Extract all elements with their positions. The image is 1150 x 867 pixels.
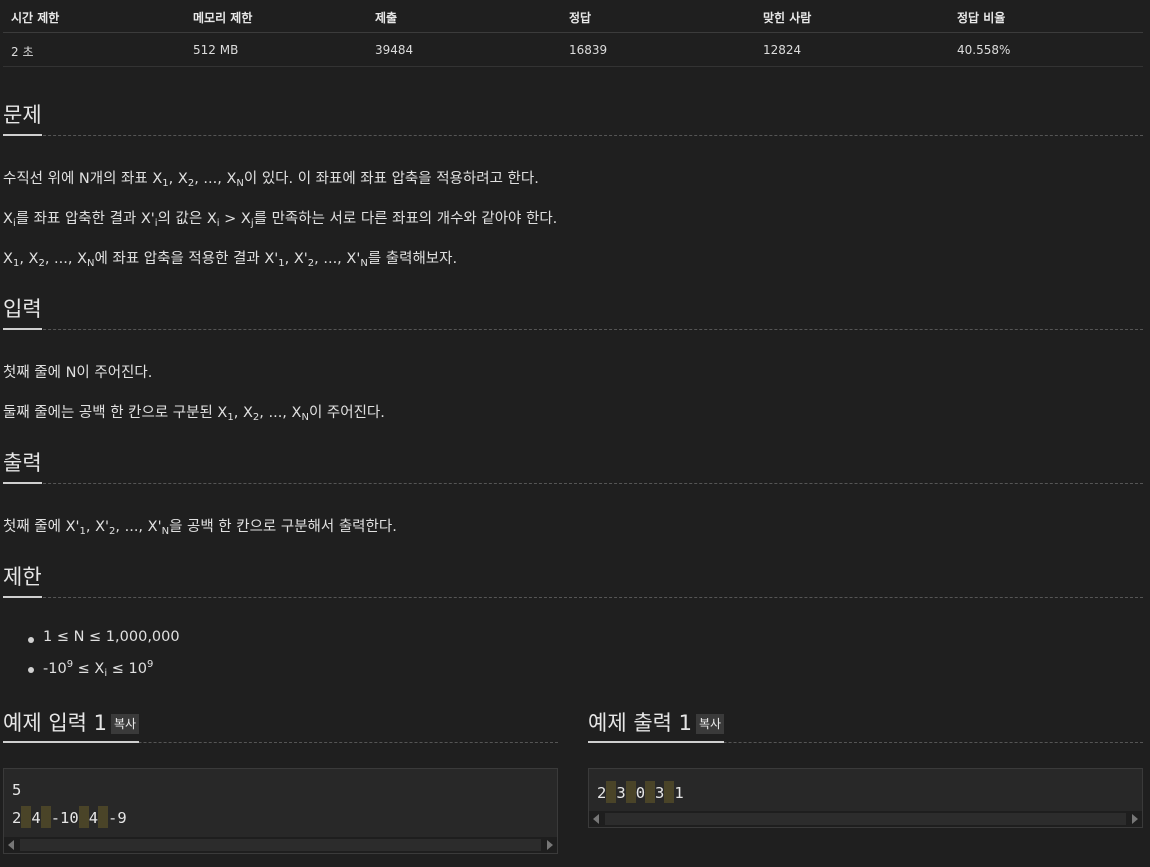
stats-header-solvers: 맞힌 사람 [763, 11, 812, 25]
problem-title: 문제 [3, 102, 42, 136]
stats-value-row: 2 초 512 MB 39484 16839 12824 40.558% [3, 33, 1143, 67]
problem-section: 문제 수직선 위에 N개의 좌표 X1, X2, ..., XN이 있다. 이 … [3, 103, 1143, 269]
scroll-right-icon[interactable] [1132, 814, 1138, 824]
stats-time-limit: 2 초 [11, 45, 34, 59]
stats-header-submissions: 제출 [375, 11, 398, 25]
stats-submissions: 39484 [375, 43, 414, 57]
whitespace-marker [625, 781, 636, 803]
scroll-right-icon[interactable] [547, 840, 553, 850]
stats-header-ratio: 정답 비율 [957, 11, 1006, 25]
whitespace-marker [606, 781, 617, 803]
example-input-token: 4 [88, 809, 99, 827]
whitespace-marker [98, 806, 109, 828]
stats-ratio: 40.558% [957, 43, 1011, 57]
stats-accepted: 16839 [569, 43, 608, 57]
scroll-left-icon[interactable] [8, 840, 14, 850]
whitespace-marker [664, 781, 675, 803]
copy-input-button[interactable]: 복사 [111, 714, 140, 734]
example-input-line-1: 5 [12, 781, 22, 799]
problem-paragraph-2: Xi를 좌표 압축한 결과 X'i의 값은 Xi > Xj를 만족하는 서로 다… [3, 211, 558, 229]
input-title: 입력 [3, 296, 42, 330]
copy-output-button[interactable]: 복사 [696, 714, 725, 734]
stats-header-memory-limit: 메모리 제한 [193, 11, 253, 25]
example-input-token: 4 [31, 809, 41, 827]
input-section: 입력 첫째 줄에 N이 주어진다. 둘째 줄에는 공백 한 칸으로 구분된 X1… [3, 297, 1143, 423]
example-output-token: 2 [597, 784, 607, 802]
example-input-line-2: 2 4 -10 4 -9 [12, 806, 127, 828]
example-output-box[interactable]: 23031 [588, 768, 1143, 828]
example-output-token: 3 [655, 784, 665, 802]
input-heading: 입력 [3, 297, 1143, 330]
example-input-title: 예제 입력 1 복사 [3, 710, 140, 743]
stats-table: 시간 제한 메모리 제한 제출 정답 맞힌 사람 정답 비율 2 초 512 M… [3, 0, 1143, 67]
stats-header-accepted: 정답 [569, 11, 592, 25]
problem-paragraph-3: X1, X2, ..., XN에 좌표 압축을 적용한 결과 X'1, X'2,… [3, 251, 458, 269]
stats-header-time-limit: 시간 제한 [11, 11, 60, 25]
whitespace-marker [78, 806, 89, 828]
example-output-scrollbar[interactable] [589, 811, 1142, 827]
input-paragraph-2: 둘째 줄에는 공백 한 칸으로 구분된 X1, X2, ..., XN이 주어진… [3, 405, 385, 423]
stats-header-row: 시간 제한 메모리 제한 제출 정답 맞힌 사람 정답 비율 [3, 0, 1143, 33]
example-input-scrollbar[interactable] [4, 837, 557, 853]
limit-x: -109 ≤ Xi ≤ 109 [28, 659, 180, 689]
limits-title: 제한 [3, 564, 42, 598]
problem-paragraph-1: 수직선 위에 N개의 좌표 X1, X2, ..., XN이 있다. 이 좌표에… [3, 171, 539, 189]
scrollbar-track[interactable] [20, 839, 541, 851]
output-title: 출력 [3, 450, 42, 484]
whitespace-marker [645, 781, 656, 803]
example-input-token: -9 [108, 809, 127, 827]
output-section: 출력 첫째 줄에 X'1, X'2, ..., X'N을 공백 한 칸으로 구분… [3, 451, 1143, 537]
example-input-token: -10 [50, 809, 79, 827]
input-paragraph-1: 첫째 줄에 N이 주어진다. [3, 365, 153, 381]
whitespace-marker [40, 806, 51, 828]
example-input-token: 2 [12, 809, 22, 827]
output-paragraph-1: 첫째 줄에 X'1, X'2, ..., X'N을 공백 한 칸으로 구분해서 … [3, 519, 397, 537]
example-output-token: 3 [616, 784, 626, 802]
scrollbar-track[interactable] [605, 813, 1126, 825]
example-output-heading: 예제 출력 1 복사 [588, 708, 1143, 743]
example-input-heading: 예제 입력 1 복사 [3, 708, 558, 743]
example-output-token: 0 [635, 784, 646, 802]
limits-section: 제한 1 ≤ N ≤ 1,000,000 -109 ≤ Xi ≤ 109 [3, 565, 1143, 679]
example-output-token: 1 [674, 784, 684, 802]
stats-solvers: 12824 [763, 43, 802, 57]
limit-n: 1 ≤ N ≤ 1,000,000 [28, 629, 180, 659]
problem-heading: 문제 [3, 103, 1143, 136]
stats-memory-limit: 512 MB [193, 43, 239, 57]
whitespace-marker [21, 806, 32, 828]
example-output-title: 예제 출력 1 복사 [588, 710, 725, 743]
limits-heading: 제한 [3, 565, 1143, 598]
scroll-left-icon[interactable] [593, 814, 599, 824]
output-heading: 출력 [3, 451, 1143, 484]
example-output-line-1: 23031 [597, 781, 684, 803]
example-input-box[interactable]: 5 2 4 -10 4 -9 [3, 768, 558, 854]
limits-list: 1 ≤ N ≤ 1,000,000 -109 ≤ Xi ≤ 109 [28, 629, 180, 689]
